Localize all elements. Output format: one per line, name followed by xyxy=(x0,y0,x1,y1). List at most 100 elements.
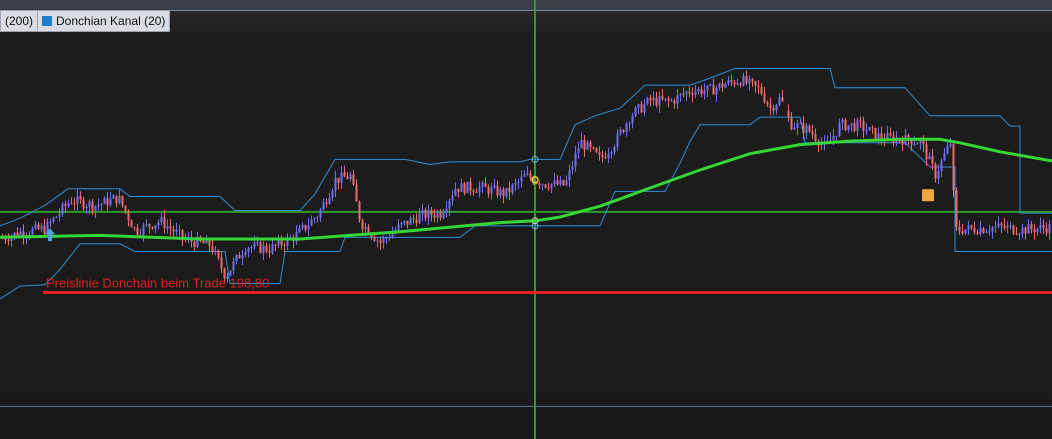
price-chart[interactable]: Preislinie Donchain beim Trade 198,80 xyxy=(0,0,1052,439)
candle xyxy=(1039,217,1042,234)
candle xyxy=(475,188,478,193)
candle xyxy=(130,219,133,228)
candle xyxy=(964,229,967,235)
candle xyxy=(148,223,151,234)
candle xyxy=(418,207,421,224)
candle xyxy=(571,161,574,175)
candle xyxy=(958,220,961,235)
candle xyxy=(625,121,628,137)
candle xyxy=(706,85,709,97)
candle xyxy=(631,112,634,129)
candle xyxy=(775,103,778,115)
candle xyxy=(1024,226,1027,240)
candle xyxy=(817,138,820,153)
candle xyxy=(346,171,349,180)
candle xyxy=(145,219,148,228)
candle xyxy=(325,198,328,208)
candle xyxy=(592,146,595,150)
candle xyxy=(955,187,958,231)
candle xyxy=(340,166,343,189)
candle xyxy=(991,225,994,239)
candle xyxy=(952,142,955,198)
candle xyxy=(595,147,598,154)
candle xyxy=(559,175,562,187)
candle xyxy=(1000,221,1003,234)
candle xyxy=(865,123,868,136)
candle xyxy=(853,118,856,133)
candle xyxy=(415,213,418,227)
candle xyxy=(550,183,553,194)
candle xyxy=(163,209,166,234)
chart-area[interactable]: Preislinie Donchain beim Trade 198,80 (2… xyxy=(0,0,1052,439)
candle xyxy=(109,191,112,208)
candle xyxy=(685,90,688,101)
candle xyxy=(1009,221,1012,230)
candle xyxy=(754,80,757,93)
candle xyxy=(211,240,214,255)
legend-donchian-item[interactable]: Donchian Kanal (20) xyxy=(37,11,169,31)
candle xyxy=(502,186,505,204)
candle xyxy=(67,199,70,209)
candle xyxy=(358,200,361,223)
candle xyxy=(610,150,613,159)
candle xyxy=(847,125,850,133)
candle xyxy=(601,150,604,163)
legend-ma-item[interactable]: (200) xyxy=(1,11,37,31)
candle xyxy=(766,100,769,108)
candle xyxy=(691,87,694,102)
candle xyxy=(673,98,676,109)
candle xyxy=(97,198,100,211)
candle xyxy=(646,96,649,106)
candle xyxy=(658,91,661,113)
candle xyxy=(355,179,358,202)
candle xyxy=(526,165,529,176)
candle xyxy=(667,95,670,108)
candle xyxy=(613,144,616,156)
candle xyxy=(496,180,499,198)
candle xyxy=(172,225,175,238)
candle xyxy=(664,98,667,102)
candle xyxy=(643,99,646,116)
candle xyxy=(40,223,43,232)
candle xyxy=(589,139,592,153)
candle xyxy=(247,246,250,258)
candle xyxy=(409,215,412,226)
candle xyxy=(757,80,760,95)
candle xyxy=(841,117,844,131)
candle xyxy=(979,220,982,237)
candle xyxy=(796,119,799,136)
candle xyxy=(31,226,34,236)
candle xyxy=(652,91,655,106)
candle xyxy=(520,170,523,188)
candle xyxy=(1018,232,1021,241)
candle xyxy=(616,129,619,151)
candle xyxy=(940,158,943,177)
candle xyxy=(694,85,697,99)
candle xyxy=(562,179,565,186)
candle xyxy=(73,197,76,211)
candle xyxy=(1003,218,1006,231)
candle xyxy=(232,257,235,275)
candle xyxy=(106,192,109,211)
candle xyxy=(856,117,859,137)
candle xyxy=(583,135,586,158)
candle xyxy=(1036,227,1039,236)
candle xyxy=(268,244,271,258)
candle xyxy=(949,137,952,149)
candle xyxy=(280,235,283,250)
candle xyxy=(292,234,295,249)
candle xyxy=(934,162,937,183)
candle xyxy=(7,233,10,246)
candle xyxy=(748,75,751,91)
candle xyxy=(538,181,541,189)
candle xyxy=(343,165,346,177)
candle xyxy=(745,70,748,86)
candle xyxy=(403,220,406,226)
candle xyxy=(997,216,1000,229)
candle xyxy=(661,88,664,101)
candle xyxy=(319,207,322,223)
candle xyxy=(637,103,640,115)
candle xyxy=(580,132,583,149)
candle xyxy=(397,219,400,232)
candle xyxy=(310,215,313,227)
